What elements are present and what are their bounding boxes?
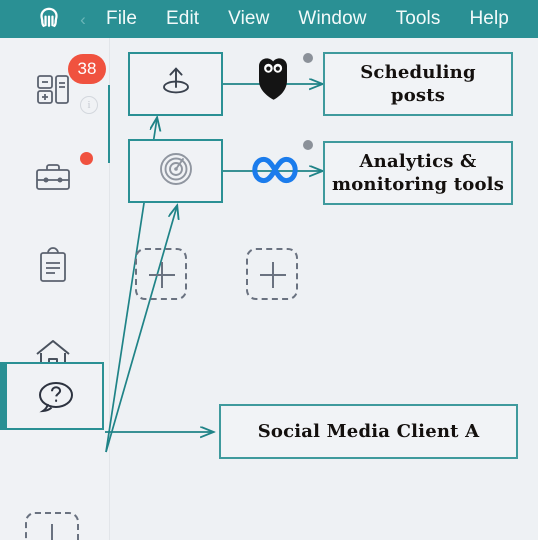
canvas-node-publish[interactable] (128, 52, 223, 116)
label-social-media-client[interactable]: Social Media Client A (219, 404, 518, 459)
radar-monitoring-icon (153, 146, 199, 197)
sidebar-badge-count: 38 (68, 54, 106, 84)
sidebar-item-calculator[interactable]: 38 i (0, 46, 110, 134)
briefcase-icon (30, 154, 76, 200)
sidebar-item-clipboard[interactable] (0, 222, 110, 310)
canvas-placeholder-1[interactable] (135, 248, 187, 300)
sidebar-add-placeholder[interactable] (25, 512, 79, 540)
label-analytics-monitoring[interactable]: Analytics & monitoring tools (323, 141, 513, 205)
publish-upload-icon (155, 61, 197, 108)
back-chevron-icon[interactable]: ‹ (72, 11, 94, 28)
menu-item-view[interactable]: View (228, 8, 269, 30)
canvas-placeholder-2[interactable] (246, 248, 298, 300)
sidebar-item-briefcase[interactable] (0, 134, 110, 222)
menu-item-file[interactable]: File (106, 8, 137, 30)
question-speech-bubble-icon (32, 374, 80, 422)
node-status-dot-scheduling (303, 53, 313, 63)
plus-icon (161, 262, 163, 288)
label-scheduling-posts[interactable]: Scheduling posts (323, 52, 513, 116)
sidebar-dot-badge (80, 152, 93, 165)
menu-item-help[interactable]: Help (469, 8, 508, 30)
menu-bar: ‹ File Edit View Window Tools Help (0, 0, 538, 38)
info-icon[interactable]: i (80, 96, 98, 114)
node-status-dot-analytics (303, 140, 313, 150)
clipboard-icon (30, 242, 76, 288)
menu-item-edit[interactable]: Edit (166, 8, 199, 30)
octopus-logo-icon[interactable] (32, 2, 66, 36)
plus-icon (272, 262, 274, 288)
label-scheduling-posts-text: Scheduling posts (360, 61, 476, 106)
plus-icon (51, 524, 53, 540)
meta-infinity-icon (250, 148, 300, 192)
hootsuite-owl-icon (254, 55, 294, 103)
menu-item-tools[interactable]: Tools (396, 8, 441, 30)
app-window: ‹ File Edit View Window Tools Help 38 i … (0, 0, 538, 540)
sidebar-item-help-bubble[interactable] (5, 362, 104, 430)
canvas-node-monitoring[interactable] (128, 139, 223, 203)
label-social-media-client-text: Social Media Client A (257, 421, 480, 442)
menu-item-list: File Edit View Window Tools Help (106, 8, 538, 30)
label-analytics-monitoring-text: Analytics & monitoring tools (331, 150, 505, 195)
left-sidebar: 38 i (0, 38, 114, 540)
menu-item-window[interactable]: Window (298, 8, 366, 30)
